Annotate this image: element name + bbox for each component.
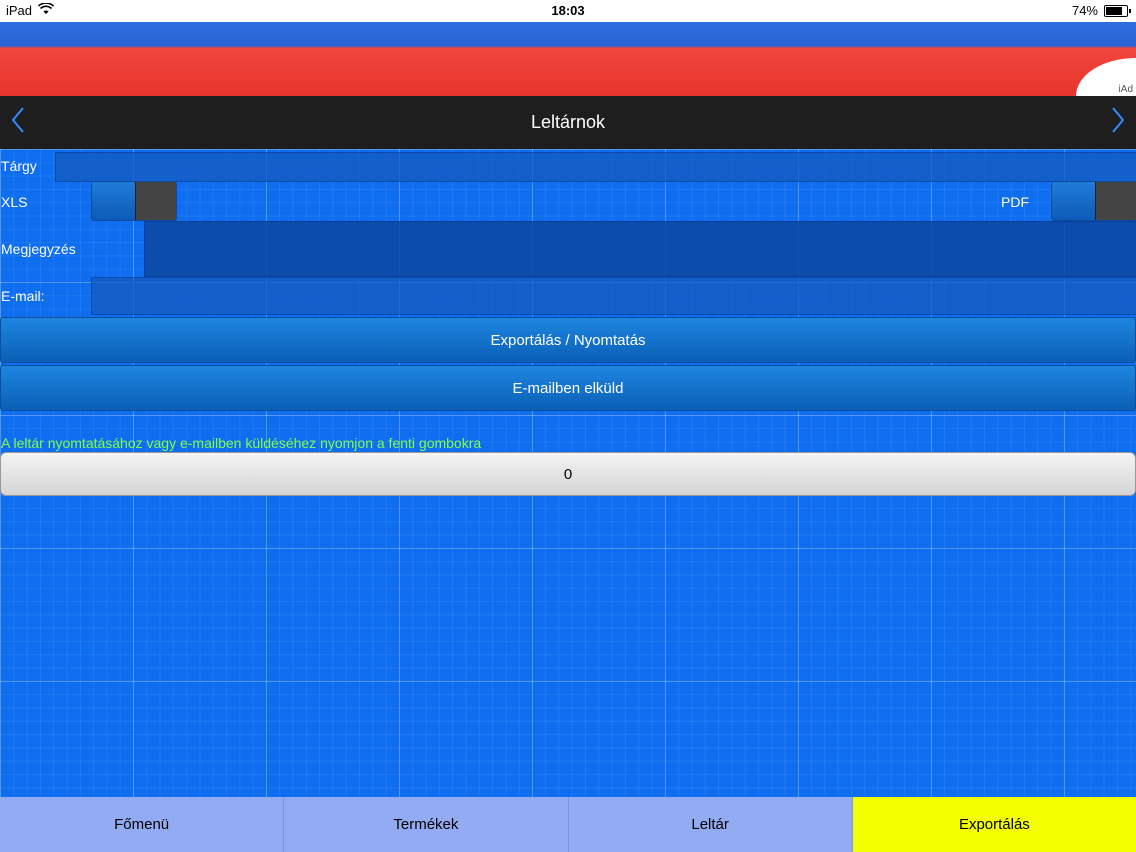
xls-toggle[interactable] xyxy=(91,181,177,221)
note-field[interactable] xyxy=(144,221,1136,277)
toggle-knob xyxy=(135,182,176,220)
subject-label: Tárgy xyxy=(1,158,37,174)
send-email-button[interactable]: E-mailben elküld xyxy=(0,365,1136,411)
battery-percent: 74% xyxy=(1071,3,1098,18)
export-print-button[interactable]: Exportálás / Nyomtatás xyxy=(0,317,1136,363)
status-right: 74% xyxy=(1071,3,1131,18)
toggle-on-track xyxy=(1052,182,1096,220)
tab-bar: Főmenü Termékek Leltár Exportálás xyxy=(0,797,1136,852)
subject-field[interactable] xyxy=(55,152,1136,182)
hint-text: A leltár nyomtatásához vagy e-mailben kü… xyxy=(1,435,482,451)
toggle-knob xyxy=(1095,182,1136,220)
toggle-on-track xyxy=(92,182,136,220)
xls-label: XLS xyxy=(1,194,28,210)
battery-icon xyxy=(1104,4,1131,17)
tab-fomenu[interactable]: Főmenü xyxy=(0,797,285,852)
tab-exportalas[interactable]: Exportálás xyxy=(852,797,1136,852)
pdf-label: PDF xyxy=(1001,194,1029,210)
note-label: Megjegyzés xyxy=(1,241,76,257)
tab-termekek[interactable]: Termékek xyxy=(284,797,569,852)
counter-button[interactable]: 0 xyxy=(0,452,1136,496)
ad-banner[interactable]: iAd xyxy=(0,22,1136,96)
status-bar: iPad 18:03 74% xyxy=(0,0,1136,22)
pdf-toggle[interactable] xyxy=(1051,181,1136,221)
status-time: 18:03 xyxy=(551,3,585,18)
ad-label: iAd xyxy=(1118,84,1133,95)
page-title: Leltárnok xyxy=(530,112,606,132)
navigation-bar: Leltárnok xyxy=(0,96,1136,149)
email-field[interactable] xyxy=(91,277,1136,315)
chevron-right-icon[interactable] xyxy=(1096,106,1126,136)
tab-leltar[interactable]: Leltár xyxy=(568,797,853,852)
email-label: E-mail: xyxy=(1,288,45,304)
form-area: Tárgy XLS PDF Megjegyzés E-mail: Exportá… xyxy=(0,149,1136,797)
